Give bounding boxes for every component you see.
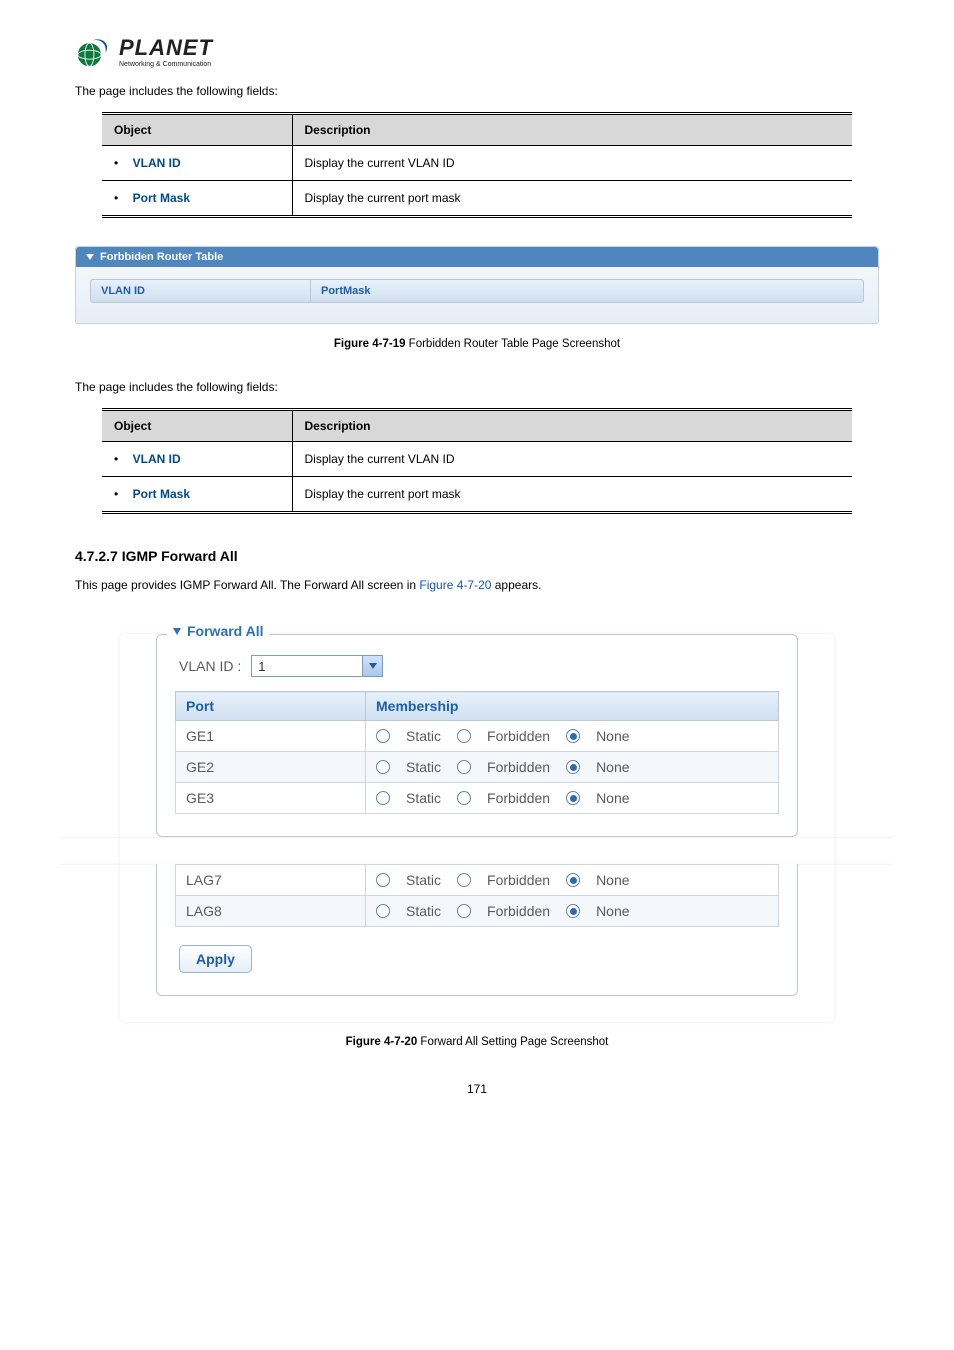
table-row: • VLAN ID Display the current VLAN ID (102, 442, 852, 477)
radio-static[interactable] (376, 729, 390, 743)
radio-none[interactable] (566, 904, 580, 918)
th-membership: Membership (366, 692, 779, 721)
th-description: Description (292, 410, 852, 442)
intro-text-1: The page includes the following fields: (75, 84, 879, 98)
obj-label: VLAN ID (133, 452, 181, 466)
radio-none[interactable] (566, 791, 580, 805)
intro-text-2: The page includes the following fields: (75, 380, 879, 394)
th-object: Object (102, 410, 292, 442)
vlan-id-value: 1 (252, 659, 362, 674)
th-object: Object (102, 114, 292, 146)
forward-all-legend[interactable]: Forward All (167, 623, 270, 639)
radio-forbidden[interactable] (457, 873, 471, 887)
forward-all-fieldset: Forward All VLAN ID : 1 Port Membership (156, 634, 798, 837)
object-description-table-1: Object Description • VLAN ID Display the… (102, 112, 852, 218)
figure-caption-1: Figure 4-7-19 Forbidden Router Table Pag… (75, 338, 879, 350)
forbidden-router-panel: Forbbiden Router Table VLAN ID PortMask (75, 246, 879, 324)
table-row: LAG7 Static Forbidden None (176, 865, 779, 896)
page-number: 171 (75, 1082, 879, 1096)
table-row: LAG8 Static Forbidden None (176, 896, 779, 927)
radio-forbidden[interactable] (457, 791, 471, 805)
obj-label: VLAN ID (133, 156, 181, 170)
obj-desc: Display the current VLAN ID (292, 146, 852, 181)
section-text: This page provides IGMP Forward All. The… (75, 578, 879, 592)
collapse-icon (86, 254, 94, 260)
brand-logo: PLANET Networking & Communication (75, 35, 879, 69)
obj-label: Port Mask (133, 487, 190, 501)
obj-desc: Display the current port mask (292, 477, 852, 513)
radio-label-none: None (596, 728, 629, 744)
table-row: • Port Mask Display the current port mas… (102, 477, 852, 513)
radio-static[interactable] (376, 760, 390, 774)
port-cell: GE3 (176, 783, 366, 814)
table-row: GE1 Static Forbidden None (176, 721, 779, 752)
radio-forbidden[interactable] (457, 760, 471, 774)
table-row: • Port Mask Display the current port mas… (102, 181, 852, 217)
table-row: GE2 Static Forbidden None (176, 752, 779, 783)
port-cell: LAG8 (176, 896, 366, 927)
radio-static[interactable] (376, 873, 390, 887)
forward-all-table-bottom: LAG7 Static Forbidden None LAG8 (175, 864, 779, 927)
logo-name: PLANET (119, 37, 213, 59)
obj-desc: Display the current VLAN ID (292, 442, 852, 477)
dropdown-button[interactable] (362, 656, 382, 676)
panel-title: Forbbiden Router Table (100, 251, 223, 263)
table-row: GE3 Static Forbidden None (176, 783, 779, 814)
radio-static[interactable] (376, 791, 390, 805)
port-cell: GE1 (176, 721, 366, 752)
port-cell: LAG7 (176, 865, 366, 896)
radio-none[interactable] (566, 873, 580, 887)
radio-label-forbidden: Forbidden (487, 728, 550, 744)
logo-tagline: Networking & Communication (119, 61, 213, 68)
vlan-id-select[interactable]: 1 (251, 655, 383, 677)
planet-globe-icon (75, 35, 111, 69)
figure-link[interactable]: Figure 4-7-20 (419, 578, 491, 592)
vlan-id-label: VLAN ID : (179, 658, 241, 674)
apply-button[interactable]: Apply (179, 945, 252, 973)
obj-label: Port Mask (133, 191, 190, 205)
obj-desc: Display the current port mask (292, 181, 852, 217)
radio-none[interactable] (566, 729, 580, 743)
port-cell: GE2 (176, 752, 366, 783)
radio-forbidden[interactable] (457, 904, 471, 918)
chevron-down-icon (369, 663, 377, 669)
section-heading: 4.7.2.7 IGMP Forward All (75, 548, 879, 564)
forbidden-header-row: VLAN ID PortMask (90, 279, 864, 303)
object-description-table-2: Object Description • VLAN ID Display the… (102, 408, 852, 514)
table-row: • VLAN ID Display the current VLAN ID (102, 146, 852, 181)
radio-forbidden[interactable] (457, 729, 471, 743)
radio-none[interactable] (566, 760, 580, 774)
radio-static[interactable] (376, 904, 390, 918)
th-description: Description (292, 114, 852, 146)
col-port-mask: PortMask (311, 280, 863, 302)
panel-title-bar[interactable]: Forbbiden Router Table (76, 247, 878, 267)
forward-all-table-top: Port Membership GE1 Static Forbidden Non… (175, 691, 779, 814)
figure-caption-2: Figure 4-7-20 Forward All Setting Page S… (75, 1036, 879, 1048)
col-vlan-id: VLAN ID (91, 280, 311, 302)
th-port: Port (176, 692, 366, 721)
collapse-icon (173, 628, 181, 635)
radio-label-static: Static (406, 728, 441, 744)
forward-all-fieldset-bottom: LAG7 Static Forbidden None LAG8 (156, 864, 798, 996)
forward-all-panel: Forward All VLAN ID : 1 Port Membership (120, 634, 834, 1022)
table-break (60, 837, 894, 865)
